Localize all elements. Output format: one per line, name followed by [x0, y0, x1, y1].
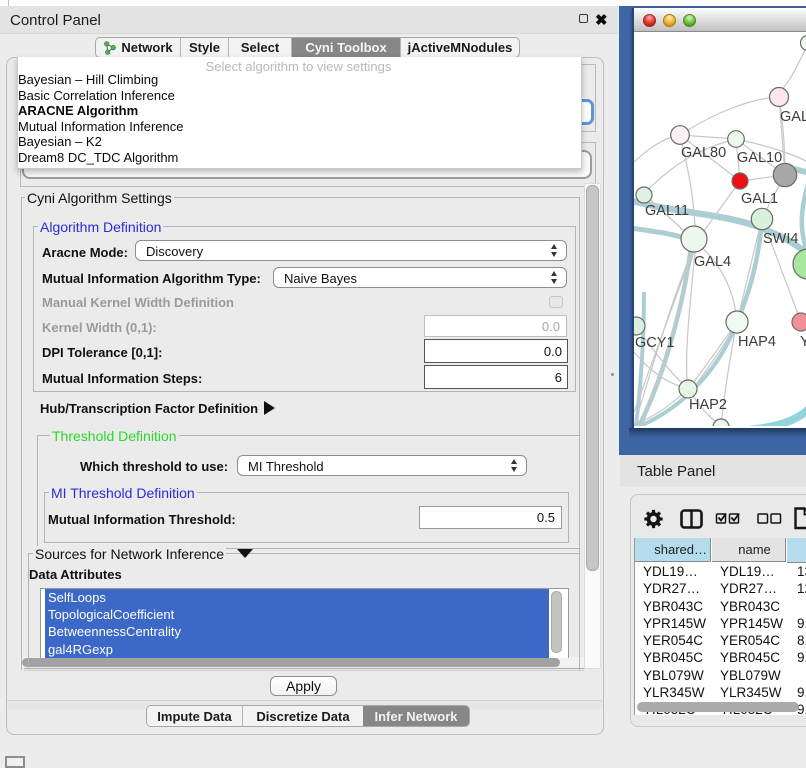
svg-text:GAL80: GAL80: [681, 145, 726, 161]
svg-text:GAL7: GAL7: [780, 109, 806, 125]
svg-text:GAL11: GAL11: [645, 203, 689, 219]
svg-text:GAL4: GAL4: [694, 254, 731, 270]
svg-text:HAP2: HAP2: [689, 397, 727, 413]
svg-text:GAL10: GAL10: [737, 150, 782, 166]
svg-text:Y: Y: [800, 334, 806, 350]
svg-text:GCY1: GCY1: [635, 335, 675, 351]
svg-text:SWI4: SWI4: [763, 231, 798, 247]
svg-text:GAL1: GAL1: [741, 191, 778, 207]
svg-text:HAP4: HAP4: [738, 334, 776, 350]
